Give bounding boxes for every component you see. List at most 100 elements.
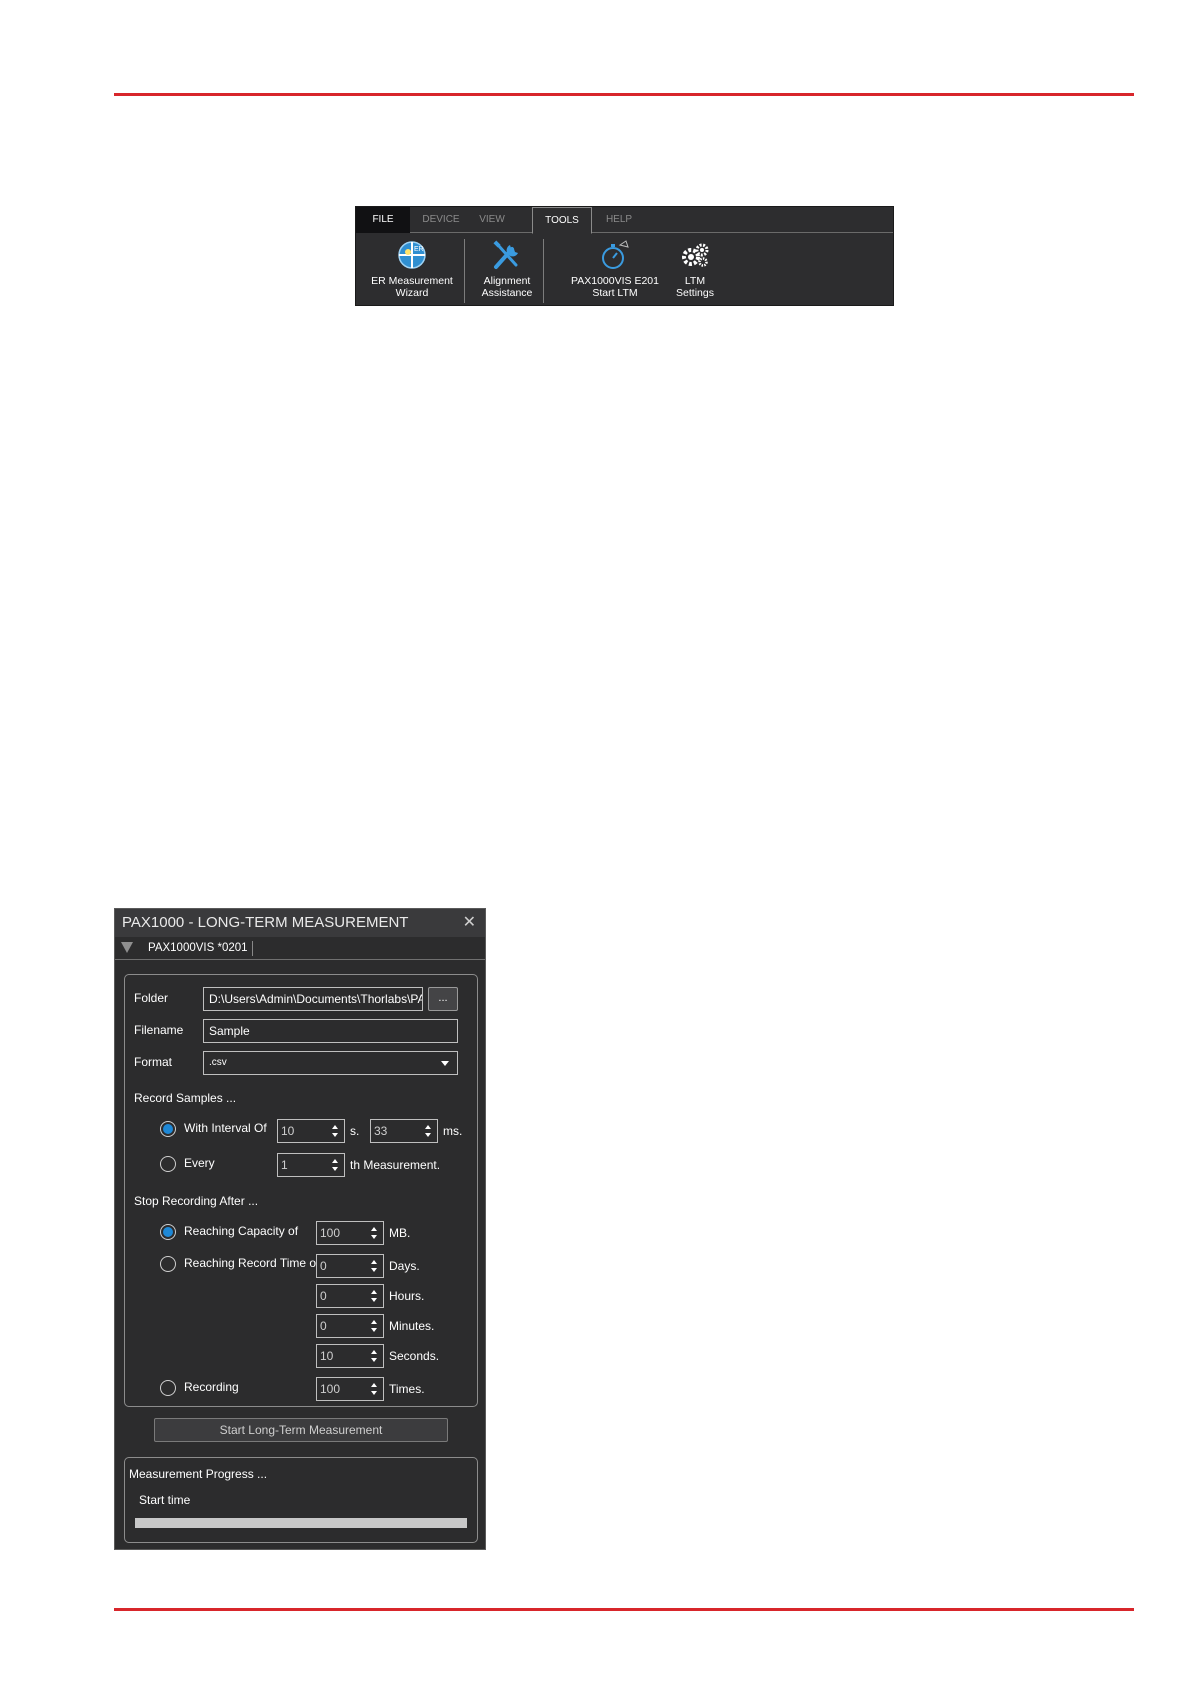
seconds-stepper[interactable]: 10: [316, 1344, 384, 1368]
device-bar: PAX1000VIS *0201: [115, 938, 485, 960]
ltm-settings-label-2: Settings: [676, 287, 714, 299]
recording-unit: Times.: [389, 1382, 425, 1396]
spin-down-icon[interactable]: [425, 1133, 431, 1137]
seconds-unit-long: Seconds.: [389, 1349, 440, 1363]
every-unit: th Measurement.: [350, 1158, 441, 1172]
start-ltm-measurement-button[interactable]: Start Long-Term Measurement: [154, 1418, 448, 1442]
days-stepper[interactable]: 0: [316, 1254, 384, 1278]
every-stepper[interactable]: 1: [277, 1153, 345, 1177]
folder-input[interactable]: D:\Users\Admin\Documents\Thorlabs\PA: [203, 987, 423, 1011]
tab-tools[interactable]: TOOLS: [532, 207, 592, 234]
er-wizard-label-2: Wizard: [395, 287, 429, 299]
capacity-radio[interactable]: [160, 1224, 176, 1240]
tab-view[interactable]: VIEW: [472, 207, 512, 233]
gears-icon: [682, 243, 709, 267]
start-ltm-label-1: PAX1000VIS E201: [571, 275, 659, 287]
start-ltm-button[interactable]: PAX1000VIS E201 Start LTM: [570, 239, 660, 299]
with-interval-label: With Interval Of: [184, 1121, 267, 1135]
format-label: Format: [134, 1055, 173, 1069]
ribbon-tabs: FILE DEVICE VIEW TOOLS HELP: [356, 207, 893, 234]
spin-down-icon[interactable]: [332, 1167, 338, 1171]
header-rule: [114, 93, 1134, 96]
recording-label: Recording: [184, 1380, 239, 1394]
start-time-label: Start time: [139, 1493, 191, 1507]
collapse-triangle-icon[interactable]: [121, 942, 133, 953]
spin-down-icon[interactable]: [371, 1358, 377, 1362]
with-interval-radio[interactable]: [160, 1121, 176, 1137]
er-wizard-icon: ER: [398, 241, 426, 269]
days-unit: Days.: [389, 1259, 420, 1273]
minutes-stepper[interactable]: 0: [316, 1314, 384, 1338]
stop-recording-label: Stop Recording After ...: [134, 1194, 259, 1208]
capacity-stepper[interactable]: 100: [316, 1221, 384, 1245]
capacity-value: 100: [320, 1226, 341, 1240]
recording-stepper[interactable]: 100: [316, 1377, 384, 1401]
progress-bar: [135, 1518, 467, 1528]
spin-down-icon[interactable]: [371, 1328, 377, 1332]
stopwatch-icon: [602, 240, 629, 269]
er-measurement-wizard-button[interactable]: ER ER Measurement Wizard: [370, 239, 454, 299]
spin-up-icon[interactable]: [332, 1125, 338, 1129]
tab-help[interactable]: HELP: [594, 207, 644, 233]
start-ltm-label-2: Start LTM: [592, 287, 638, 299]
device-name: PAX1000VIS *0201: [148, 942, 248, 954]
every-radio[interactable]: [160, 1156, 176, 1172]
every-value: 1: [281, 1158, 288, 1172]
spin-down-icon[interactable]: [371, 1298, 377, 1302]
tab-device[interactable]: DEVICE: [416, 207, 466, 233]
alignment-assistance-button[interactable]: Alignment Assistance: [472, 239, 542, 299]
ribbon-separator: [464, 239, 465, 303]
spin-up-icon[interactable]: [371, 1350, 377, 1354]
wrench-screwdriver-icon: [493, 240, 518, 269]
days-value: 0: [320, 1259, 327, 1273]
spin-up-icon[interactable]: [332, 1159, 338, 1163]
tools-ribbon: FILE DEVICE VIEW TOOLS HELP ER ER Measur…: [355, 206, 894, 306]
ltm-settings-label-1: LTM: [684, 275, 706, 287]
interval-ms-value: 33: [374, 1124, 388, 1138]
window-title: PAX1000 - LONG-TERM MEASUREMENT: [122, 914, 409, 931]
chevron-down-icon: [441, 1061, 449, 1066]
interval-seconds-stepper[interactable]: 10: [277, 1119, 345, 1143]
settings-group: Folder D:\Users\Admin\Documents\Thorlabs…: [124, 974, 478, 1407]
seconds-unit: s.: [350, 1124, 360, 1138]
spin-up-icon[interactable]: [371, 1383, 377, 1387]
spin-up-icon[interactable]: [371, 1290, 377, 1294]
spin-up-icon[interactable]: [425, 1125, 431, 1129]
spin-down-icon[interactable]: [371, 1268, 377, 1272]
er-wizard-label-1: ER Measurement: [371, 275, 453, 287]
recording-radio[interactable]: [160, 1380, 176, 1396]
progress-group: Measurement Progress ... Start time: [124, 1457, 478, 1543]
seconds-value: 10: [320, 1349, 334, 1363]
spin-up-icon[interactable]: [371, 1320, 377, 1324]
interval-ms-stepper[interactable]: 33: [370, 1119, 438, 1143]
spin-up-icon[interactable]: [371, 1227, 377, 1231]
svg-text:ER: ER: [414, 246, 424, 253]
spin-up-icon[interactable]: [371, 1260, 377, 1264]
alignment-label-2: Assistance: [481, 287, 533, 299]
hours-stepper[interactable]: 0: [316, 1284, 384, 1308]
hours-value: 0: [320, 1289, 327, 1303]
spin-down-icon[interactable]: [332, 1133, 338, 1137]
ribbon-separator: [543, 239, 544, 303]
progress-label: Measurement Progress ...: [129, 1467, 268, 1481]
recording-value: 100: [320, 1382, 341, 1396]
record-time-label: Reaching Record Time of: [184, 1256, 320, 1270]
ltm-settings-button[interactable]: LTM Settings: [670, 239, 720, 299]
capacity-unit: MB.: [389, 1226, 411, 1240]
minutes-value: 0: [320, 1319, 327, 1333]
filename-input[interactable]: Sample: [203, 1019, 458, 1043]
close-icon[interactable]: ✕: [463, 912, 476, 932]
alignment-label-1: Alignment: [483, 275, 531, 287]
folder-label: Folder: [134, 991, 169, 1005]
spin-down-icon[interactable]: [371, 1235, 377, 1239]
ms-unit: ms.: [443, 1124, 463, 1138]
record-samples-label: Record Samples ...: [134, 1091, 237, 1105]
device-separator: [252, 941, 253, 956]
every-label: Every: [184, 1156, 215, 1170]
spin-down-icon[interactable]: [371, 1391, 377, 1395]
record-time-radio[interactable]: [160, 1256, 176, 1272]
interval-seconds-value: 10: [281, 1124, 295, 1138]
format-select[interactable]: .csv: [203, 1051, 458, 1075]
tab-file[interactable]: FILE: [356, 207, 410, 233]
browse-button[interactable]: ...: [428, 987, 458, 1011]
